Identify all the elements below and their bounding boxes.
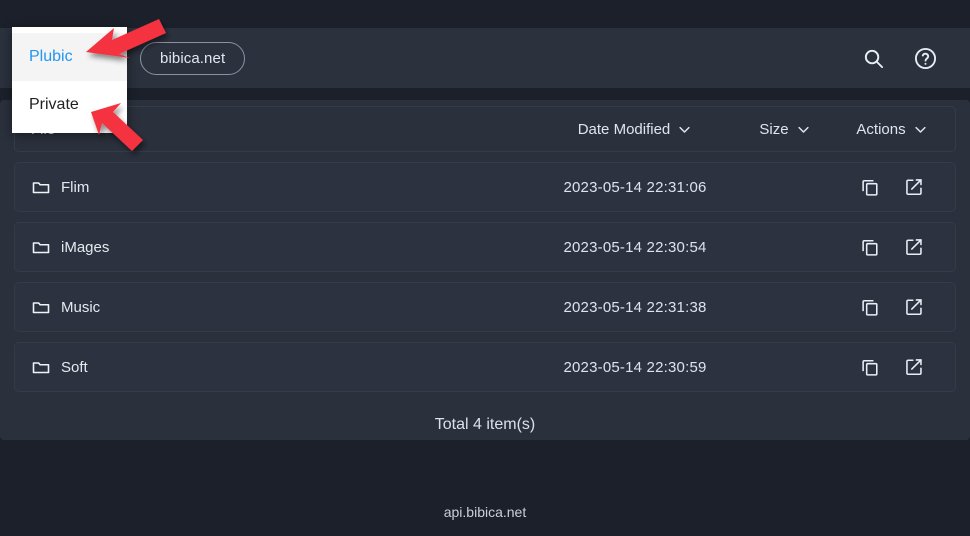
footer: api.bibica.net bbox=[0, 488, 970, 536]
row-file-name: Music bbox=[61, 298, 101, 316]
folder-icon bbox=[32, 182, 50, 194]
table-row[interactable]: Soft 2023-05-14 22:30:59 bbox=[14, 342, 956, 392]
chevron-down-icon bbox=[679, 126, 690, 133]
copy-icon[interactable] bbox=[859, 176, 881, 198]
row-file-cell[interactable]: Music bbox=[15, 297, 535, 317]
column-header-actions-label: Actions bbox=[856, 120, 906, 138]
row-date-value: 2023-05-14 22:31:38 bbox=[563, 298, 707, 316]
row-actions-cell bbox=[835, 236, 955, 258]
row-date-cell: 2023-05-14 22:31:38 bbox=[535, 299, 735, 316]
app-bar-right-group bbox=[860, 45, 948, 71]
row-file-name: Flim bbox=[61, 178, 90, 196]
dropdown-item-plubic[interactable]: Plubic bbox=[12, 33, 127, 81]
table-row[interactable]: iMages 2023-05-14 22:30:54 bbox=[14, 222, 956, 272]
site-chip-label: bibica.net bbox=[160, 49, 226, 67]
folder-icon bbox=[32, 242, 50, 254]
table-row[interactable]: Flim 2023-05-14 22:31:06 bbox=[14, 162, 956, 212]
external-link-icon[interactable] bbox=[903, 296, 925, 318]
copy-icon[interactable] bbox=[859, 236, 881, 258]
copy-icon[interactable] bbox=[859, 296, 881, 318]
file-browser-panel: File Date Modified Size Actions bbox=[0, 100, 970, 440]
app-bar: bibica.net bbox=[0, 28, 970, 88]
dropdown-item-plubic-label: Plubic bbox=[29, 48, 73, 65]
total-items-label: Total 4 item(s) bbox=[434, 416, 536, 433]
row-file-cell[interactable]: iMages bbox=[15, 237, 535, 257]
row-date-cell: 2023-05-14 22:30:59 bbox=[535, 359, 735, 376]
top-spacer bbox=[0, 0, 970, 28]
row-actions-cell bbox=[835, 176, 955, 198]
external-link-icon[interactable] bbox=[903, 236, 925, 258]
column-header-actions[interactable]: Actions bbox=[835, 121, 955, 138]
site-chip[interactable]: bibica.net bbox=[140, 41, 246, 75]
row-file-cell[interactable]: Flim bbox=[15, 177, 535, 197]
app-root: bibica.net Date Modified Size Actions Fl… bbox=[0, 0, 970, 536]
dropdown-item-private[interactable]: Private bbox=[12, 81, 127, 129]
column-header-date-modified-label: Date Modified bbox=[577, 120, 671, 138]
content-area: File Date Modified Size Actions bbox=[0, 88, 970, 488]
column-header-date-modified[interactable]: Date Modified bbox=[535, 121, 735, 138]
table-row[interactable]: Music 2023-05-14 22:31:38 bbox=[14, 282, 956, 332]
row-actions-cell bbox=[835, 356, 955, 378]
column-header-size-label: Size bbox=[759, 120, 789, 138]
external-link-icon[interactable] bbox=[903, 356, 925, 378]
external-link-icon[interactable] bbox=[903, 176, 925, 198]
chevron-down-icon bbox=[914, 126, 926, 133]
row-date-value: 2023-05-14 22:31:06 bbox=[563, 178, 707, 196]
footer-label: api.bibica.net bbox=[443, 504, 527, 520]
folder-icon bbox=[32, 362, 50, 374]
copy-icon[interactable] bbox=[859, 356, 881, 378]
folder-icon bbox=[32, 302, 50, 314]
row-date-value: 2023-05-14 22:30:59 bbox=[563, 358, 707, 376]
help-circle-icon[interactable] bbox=[912, 45, 938, 71]
row-file-cell[interactable]: Soft bbox=[15, 357, 535, 377]
table-header-row: File Date Modified Size Actions bbox=[14, 106, 956, 152]
dropdown-item-private-label: Private bbox=[29, 96, 79, 113]
row-date-cell: 2023-05-14 22:31:06 bbox=[535, 179, 735, 196]
search-icon[interactable] bbox=[860, 45, 886, 71]
row-file-name: iMages bbox=[61, 238, 110, 256]
row-actions-cell bbox=[835, 296, 955, 318]
row-date-cell: 2023-05-14 22:30:54 bbox=[535, 239, 735, 256]
row-file-name: Soft bbox=[61, 358, 88, 376]
column-header-size[interactable]: Size bbox=[735, 121, 835, 138]
row-date-value: 2023-05-14 22:30:54 bbox=[563, 238, 707, 256]
scope-dropdown-menu[interactable]: Plubic Private bbox=[12, 27, 127, 133]
chevron-down-icon bbox=[797, 126, 809, 133]
